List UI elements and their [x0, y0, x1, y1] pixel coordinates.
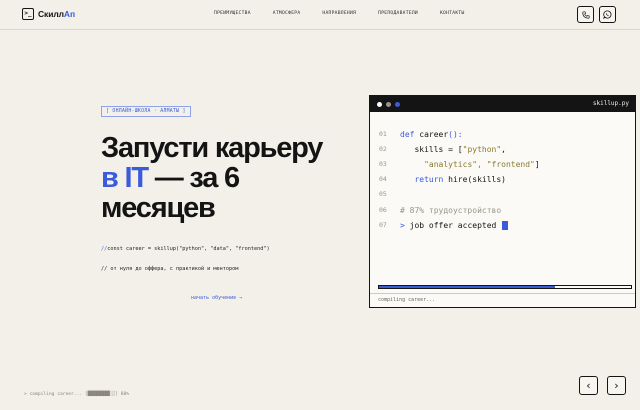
terminal-logo-icon: >_ [22, 8, 34, 20]
prev-button[interactable]: ‹ [579, 376, 598, 395]
line-number: 05 [379, 190, 387, 198]
code-token: , [501, 144, 506, 154]
line-number: 04 [379, 175, 387, 183]
compile-progress-fill [379, 286, 556, 288]
nav-item-directions[interactable]: НАПРАВЛЕНИЯ [322, 11, 356, 16]
window-dot-icon [386, 101, 391, 107]
hero-title: Запусти карьеру в IT — за 6 месяцев [101, 133, 361, 223]
title-line-2-rest: — за 6 [147, 162, 240, 194]
code-token: ] [534, 159, 540, 169]
brand-name: СкиллАп [38, 9, 75, 19]
terminal-divider [370, 293, 635, 294]
logo[interactable]: >_ СкиллАп [22, 8, 75, 20]
code-line-5: 05 [379, 188, 400, 200]
compile-progress-bar [378, 285, 632, 289]
code-line-1: 01 def career (): [379, 128, 463, 140]
prompt-symbol: > [400, 220, 410, 230]
code-comment: # 87% трудоустройство [400, 205, 502, 215]
window-dot-icon [377, 101, 382, 107]
window-dot-icon [395, 101, 400, 107]
code-keyword: def [400, 129, 415, 139]
code-token: (): [448, 129, 463, 139]
line-number: 03 [379, 160, 387, 168]
line-number: 06 [379, 206, 387, 214]
footer-status: > compiling career... [████████░░] 80% [24, 392, 130, 397]
phone-button[interactable] [577, 6, 594, 23]
phone-icon [581, 10, 590, 19]
site-header: >_ СкиллАп ПРЕИМУЩЕСТВА АТМОСФЕРА НАПРАВ… [0, 0, 640, 30]
nav-item-teachers[interactable]: ПРЕПОДАВАТЕЛИ [378, 11, 418, 16]
nav-item-atmosphere[interactable]: АТМОСФЕРА [273, 11, 301, 16]
chevron-left-icon: ‹ [586, 379, 591, 392]
terminal-filename: skillup.py [592, 100, 629, 107]
start-learning-link[interactable]: начать обучение → [191, 295, 242, 301]
whatsapp-button[interactable] [599, 6, 616, 23]
code-output: job offer accepted [409, 220, 497, 230]
code-token: career [414, 129, 449, 139]
code-terminal: skillup.py 01 def career (): 02 skills = [… [369, 95, 636, 308]
next-button[interactable]: › [607, 376, 626, 395]
school-badge: [ ОНЛАЙН-ШКОЛА · АЛМАТЫ ] [101, 106, 191, 117]
chevron-right-icon: › [614, 379, 619, 392]
brand-main: Скилл [38, 9, 64, 19]
code-text: const career = skillup("python", "data",… [107, 246, 270, 252]
code-line-7: 07 > job offer accepted [379, 219, 509, 231]
hero-subtitle: // от нуля до оффера, с практикой и мент… [101, 266, 239, 272]
whatsapp-icon [603, 10, 612, 19]
code-line-3: 03 "analytics", "frontend"] [379, 158, 540, 170]
terminal-titlebar: skillup.py [370, 96, 635, 112]
brand-accent: Ап [63, 9, 75, 19]
line-number: 02 [379, 145, 387, 153]
code-token: skills = [ [400, 144, 463, 154]
code-line-4: 04 return hire(skills) [379, 173, 506, 185]
line-number: 01 [379, 130, 387, 138]
code-keyword: return [414, 174, 444, 184]
code-string: "python" [462, 144, 502, 154]
code-token: hire(skills) [443, 174, 506, 184]
code-line-6: 06 # 87% трудоустройство [379, 204, 501, 216]
nav-item-advantages[interactable]: ПРЕИМУЩЕСТВА [214, 11, 251, 16]
terminal-status: compiling career... [378, 297, 436, 303]
title-line-2: в IT — за 6 [101, 163, 361, 193]
title-line-1: Запусти карьеру [101, 132, 323, 164]
main-nav: ПРЕИМУЩЕСТВА АТМОСФЕРА НАПРАВЛЕНИЯ ПРЕПО… [214, 11, 487, 16]
code-line-2: 02 skills = ["python", [379, 143, 506, 155]
title-highlight: в IT [101, 162, 149, 194]
title-line-3: месяцев [101, 192, 216, 224]
code-snippet: //const career = skillup("python", "data… [101, 246, 270, 252]
text-cursor [502, 220, 509, 230]
nav-item-contacts[interactable]: КОНТАКТЫ [440, 11, 465, 16]
code-string: "analytics", "frontend" [424, 159, 535, 169]
line-number: 07 [379, 221, 387, 229]
